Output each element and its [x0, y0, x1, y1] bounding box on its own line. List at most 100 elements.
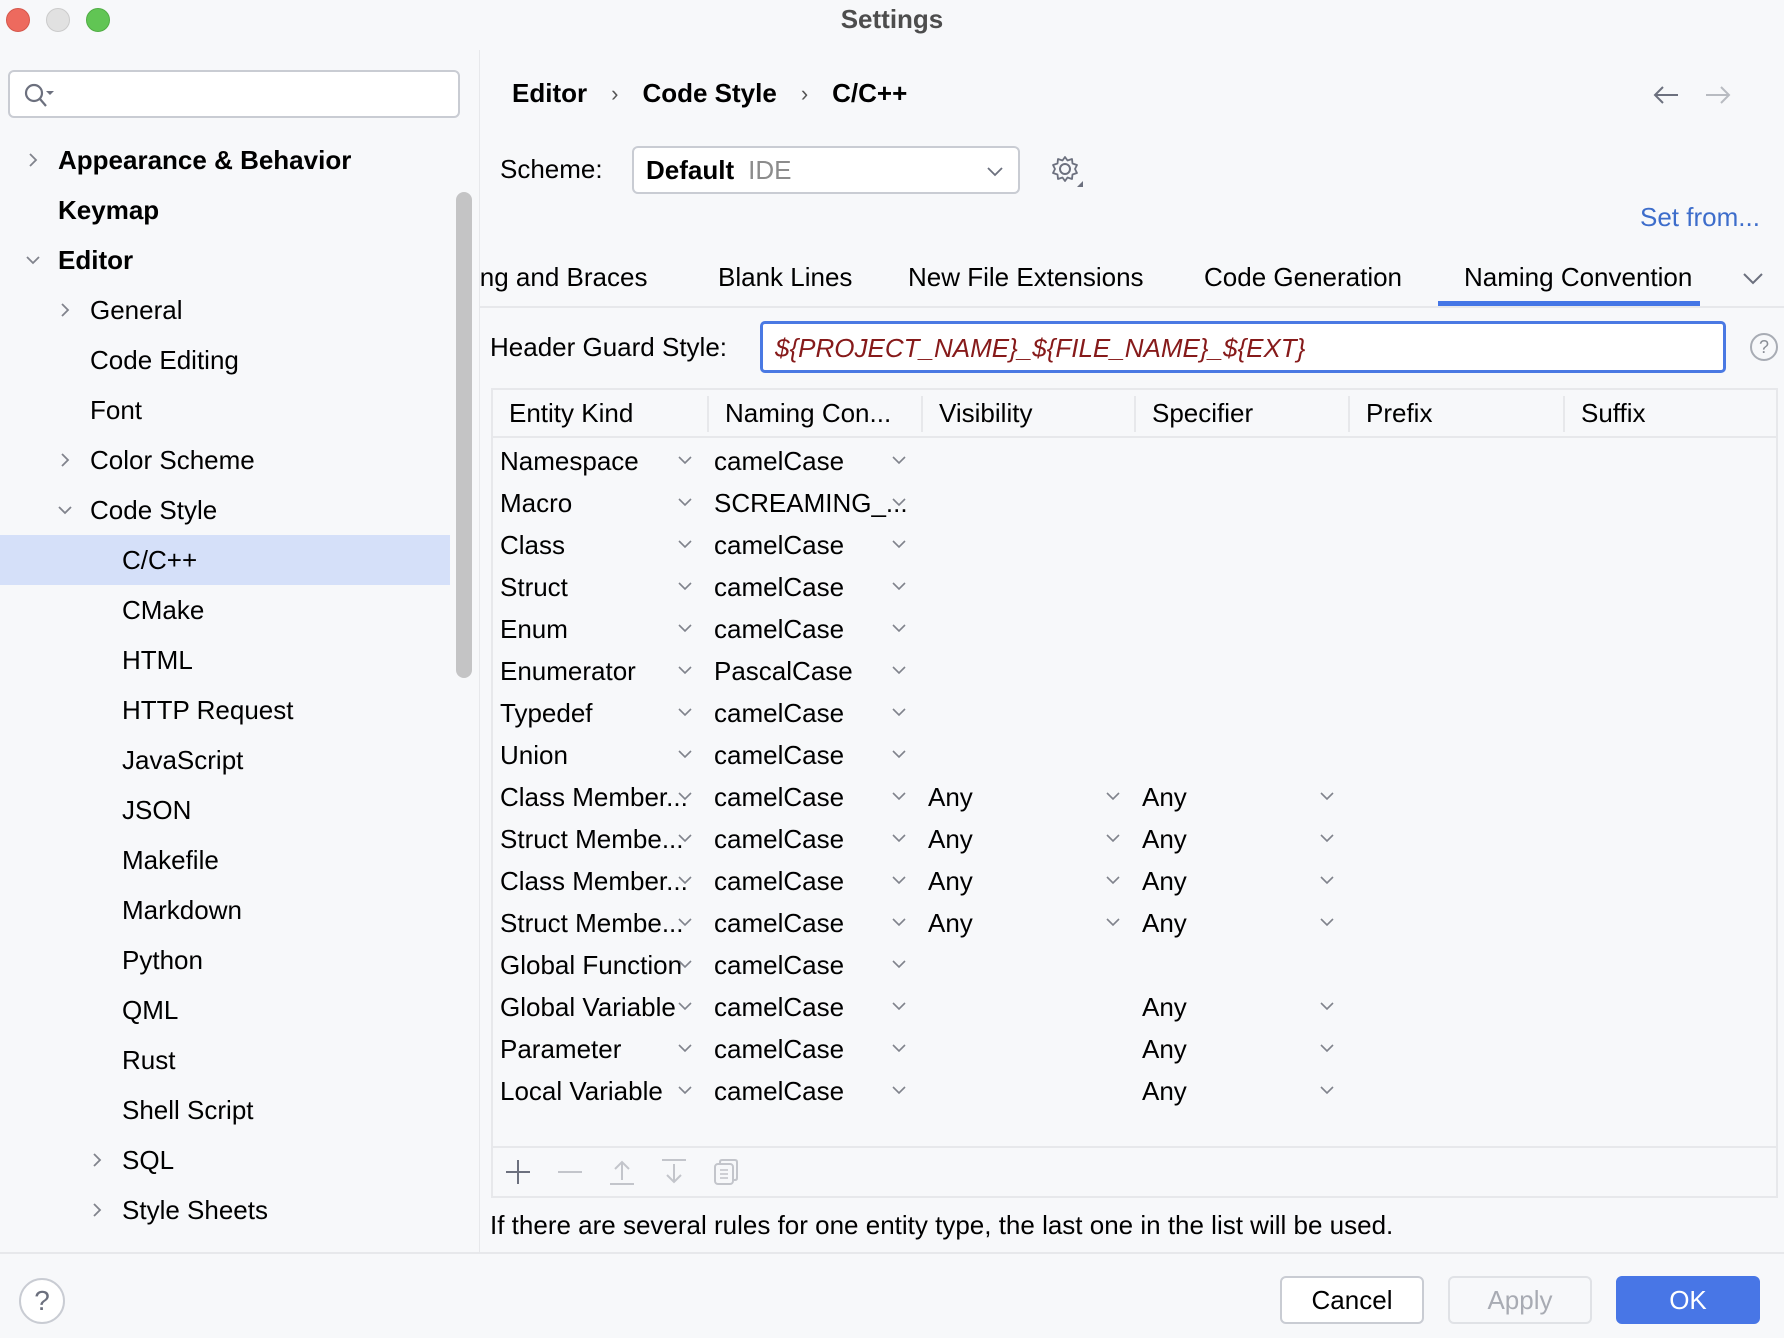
cell-specifier[interactable]: Any — [1142, 902, 1187, 944]
column-header[interactable]: Naming Con... — [709, 390, 921, 436]
chevron-down-icon[interactable] — [891, 580, 907, 592]
chevron-right-icon[interactable] — [88, 1201, 106, 1219]
table-row[interactable]: Enum camelCase — [493, 608, 1776, 650]
sidebar-divider[interactable] — [479, 50, 480, 1252]
chevron-down-icon[interactable] — [1742, 270, 1764, 286]
cell-naming[interactable]: PascalCase — [714, 650, 853, 692]
cell-naming[interactable]: camelCase — [714, 692, 844, 734]
table-row[interactable]: Struct Membe... camelCase Any Any — [493, 818, 1776, 860]
ok-button[interactable]: OK — [1616, 1276, 1760, 1324]
cell-entity[interactable]: Typedef — [500, 692, 593, 734]
cell-specifier[interactable]: Any — [1142, 818, 1187, 860]
chevron-down-icon[interactable] — [1319, 1042, 1335, 1054]
chevron-down-icon[interactable] — [1319, 916, 1335, 928]
chevron-down-icon[interactable] — [677, 958, 693, 970]
chevron-down-icon[interactable] — [1105, 874, 1121, 886]
chevron-down-icon[interactable] — [677, 664, 693, 676]
table-row[interactable]: Parameter camelCase Any — [493, 1028, 1776, 1070]
cell-naming[interactable]: camelCase — [714, 818, 844, 860]
cell-naming[interactable]: camelCase — [714, 1070, 844, 1112]
cell-specifier[interactable]: Any — [1142, 986, 1187, 1028]
breadcrumb-item-code-style[interactable]: Code Style — [642, 78, 776, 109]
cell-entity[interactable]: Global Function — [500, 944, 682, 986]
chevron-down-icon[interactable] — [1319, 832, 1335, 844]
table-row[interactable]: Global Variable camelCase Any — [493, 986, 1776, 1028]
chevron-down-icon[interactable] — [891, 1042, 907, 1054]
chevron-down-icon[interactable] — [891, 748, 907, 760]
column-header[interactable]: Entity Kind — [493, 390, 707, 436]
cell-entity[interactable]: Struct — [500, 566, 568, 608]
cell-entity[interactable]: Class Member... — [500, 776, 688, 818]
chevron-down-icon[interactable] — [1105, 916, 1121, 928]
cell-entity[interactable]: Class Member... — [500, 860, 688, 902]
chevron-down-icon[interactable] — [891, 1084, 907, 1096]
cell-entity[interactable]: Parameter — [500, 1028, 621, 1070]
table-row[interactable]: Struct Membe... camelCase Any Any — [493, 902, 1776, 944]
help-icon[interactable]: ? — [1750, 333, 1778, 361]
sidebar-item[interactable]: TOML — [0, 1235, 450, 1250]
cell-visibility[interactable]: Any — [928, 860, 973, 902]
sidebar-item[interactable]: SQL — [0, 1135, 450, 1185]
chevron-down-icon[interactable] — [677, 916, 693, 928]
cell-naming[interactable]: camelCase — [714, 860, 844, 902]
column-header[interactable]: Suffix — [1565, 390, 1778, 436]
chevron-down-icon[interactable] — [891, 454, 907, 466]
cell-naming[interactable]: camelCase — [714, 566, 844, 608]
sidebar-item[interactable]: Keymap — [0, 185, 450, 235]
chevron-down-icon[interactable] — [677, 790, 693, 802]
chevron-down-icon[interactable] — [1105, 790, 1121, 802]
column-divider[interactable] — [1348, 396, 1350, 432]
chevron-down-icon[interactable] — [1319, 1084, 1335, 1096]
move-up-icon[interactable] — [608, 1158, 636, 1186]
table-row[interactable]: Union camelCase — [493, 734, 1776, 776]
table-row[interactable]: Class camelCase — [493, 524, 1776, 566]
column-divider[interactable] — [921, 396, 923, 432]
table-row[interactable]: Global Function camelCase — [493, 944, 1776, 986]
table-row[interactable]: Class Member... camelCase Any Any — [493, 860, 1776, 902]
set-from-link[interactable]: Set from... — [1640, 202, 1760, 233]
chevron-down-icon[interactable] — [891, 706, 907, 718]
sidebar-item[interactable]: Style Sheets — [0, 1185, 450, 1235]
table-row[interactable]: Class Member... camelCase Any Any — [493, 776, 1776, 818]
cell-entity[interactable]: Union — [500, 734, 568, 776]
remove-icon[interactable] — [556, 1158, 584, 1186]
sidebar-item[interactable]: Code Style — [0, 485, 450, 535]
table-row[interactable]: Local Variable camelCase Any — [493, 1070, 1776, 1112]
header-guard-input[interactable]: ${PROJECT_NAME}_${FILE_NAME}_${EXT} — [760, 321, 1726, 373]
chevron-down-icon[interactable] — [1319, 790, 1335, 802]
table-row[interactable]: Namespace camelCase — [493, 440, 1776, 482]
scheme-dropdown[interactable]: Default IDE — [632, 146, 1020, 194]
cell-entity[interactable]: Enumerator — [500, 650, 636, 692]
cell-specifier[interactable]: Any — [1142, 1028, 1187, 1070]
sidebar-item[interactable]: Makefile — [0, 835, 450, 885]
help-button[interactable]: ? — [19, 1278, 65, 1324]
chevron-down-icon[interactable] — [1319, 874, 1335, 886]
cell-entity[interactable]: Class — [500, 524, 565, 566]
sidebar-item[interactable]: Appearance & Behavior — [0, 135, 450, 185]
sidebar-item[interactable]: General — [0, 285, 450, 335]
sidebar-item[interactable]: Shell Script — [0, 1085, 450, 1135]
sidebar-scrollbar[interactable] — [456, 192, 472, 678]
table-row[interactable]: Typedef camelCase — [493, 692, 1776, 734]
column-header[interactable]: Prefix — [1350, 390, 1563, 436]
sidebar-item[interactable]: HTML — [0, 635, 450, 685]
sidebar-item[interactable]: QML — [0, 985, 450, 1035]
cell-naming[interactable]: camelCase — [714, 608, 844, 650]
chevron-down-icon[interactable] — [677, 538, 693, 550]
cell-naming[interactable]: camelCase — [714, 776, 844, 818]
search-input[interactable] — [8, 70, 460, 118]
chevron-down-icon[interactable] — [891, 622, 907, 634]
arrow-left-icon[interactable] — [1652, 84, 1680, 106]
column-divider[interactable] — [1134, 396, 1136, 432]
column-divider[interactable] — [1563, 396, 1565, 432]
chevron-down-icon[interactable] — [891, 496, 907, 508]
sidebar-item[interactable]: HTTP Request — [0, 685, 450, 735]
cell-naming[interactable]: camelCase — [714, 902, 844, 944]
tab[interactable]: Code Generation — [1204, 262, 1402, 293]
cell-naming[interactable]: SCREAMING_... — [714, 482, 908, 524]
chevron-down-icon[interactable] — [677, 496, 693, 508]
copy-icon[interactable] — [712, 1158, 740, 1186]
chevron-down-icon[interactable] — [677, 832, 693, 844]
sidebar-item[interactable]: Color Scheme — [0, 435, 450, 485]
cell-specifier[interactable]: Any — [1142, 776, 1187, 818]
